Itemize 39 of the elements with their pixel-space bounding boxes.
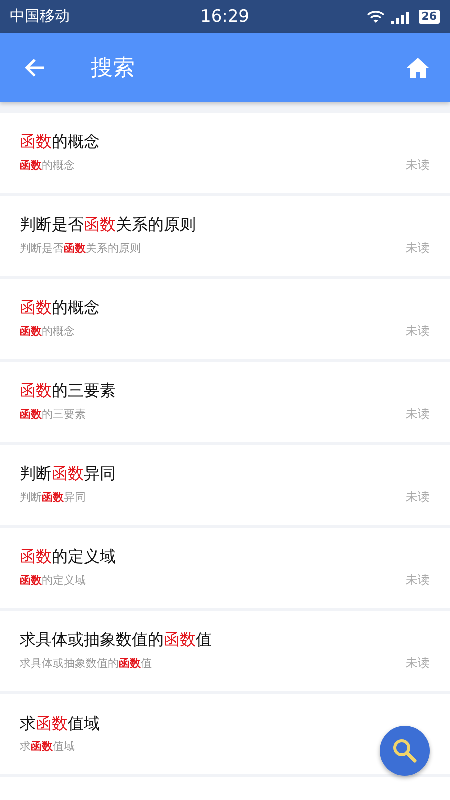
result-item[interactable]: 判断函数异同 判断函数异同 未读 bbox=[0, 445, 450, 525]
back-icon[interactable] bbox=[24, 58, 46, 78]
result-title: 函数的三要素 bbox=[20, 381, 116, 402]
result-title: 函数的定义域 bbox=[20, 547, 116, 568]
result-item[interactable]: 函数的概念 函数的概念 未读 bbox=[0, 113, 450, 193]
home-icon[interactable] bbox=[406, 56, 430, 78]
result-title: 判断函数异同 bbox=[20, 464, 116, 485]
read-status: 未读 bbox=[406, 489, 430, 506]
result-snippet: 函数的概念 bbox=[20, 158, 75, 173]
result-item[interactable]: 函数的定义域 函数的定义域 未读 bbox=[0, 528, 450, 608]
read-status: 未读 bbox=[406, 655, 430, 672]
result-snippet: 函数的概念 bbox=[20, 324, 75, 339]
read-status: 未读 bbox=[406, 157, 430, 174]
result-item[interactable]: 求具体或抽象数值的函数值 求具体或抽象数值的函数值 未读 bbox=[0, 611, 450, 691]
read-status: 未读 bbox=[406, 240, 430, 257]
result-item[interactable]: 函数的概念 函数的概念 未读 bbox=[0, 279, 450, 359]
result-title: 函数的概念 bbox=[20, 298, 100, 319]
result-title: 求具体或抽象数值的函数值 bbox=[20, 630, 212, 651]
result-snippet: 判断函数异同 bbox=[20, 490, 86, 505]
result-title: 判断是否函数关系的原则 bbox=[20, 215, 196, 236]
result-item[interactable]: 判断是否函数关系的原则 判断是否函数关系的原则 未读 bbox=[0, 196, 450, 276]
read-status: 未读 bbox=[406, 572, 430, 589]
result-snippet: 求具体或抽象数值的函数值 bbox=[20, 656, 152, 671]
result-snippet: 求函数值域 bbox=[20, 739, 75, 754]
result-title: 求函数值域 bbox=[20, 714, 100, 735]
result-title: 函数的概念 bbox=[20, 132, 100, 153]
result-snippet: 函数的定义域 bbox=[20, 573, 86, 588]
battery-level: 26 bbox=[418, 10, 440, 24]
search-icon bbox=[392, 738, 418, 764]
read-status: 未读 bbox=[406, 406, 430, 423]
read-status: 未读 bbox=[406, 323, 430, 340]
result-item[interactable]: 函数的三要素 函数的三要素 未读 bbox=[0, 362, 450, 442]
page-title: 搜索 bbox=[91, 54, 135, 82]
result-item[interactable]: 求函数值域 求函数值域 bbox=[0, 694, 450, 774]
result-snippet: 判断是否函数关系的原则 bbox=[20, 241, 141, 256]
clock: 16:29 bbox=[200, 6, 250, 26]
wifi-icon bbox=[366, 10, 385, 24]
carrier-name: 中国移动 bbox=[10, 7, 71, 26]
result-snippet: 函数的三要素 bbox=[20, 407, 86, 422]
